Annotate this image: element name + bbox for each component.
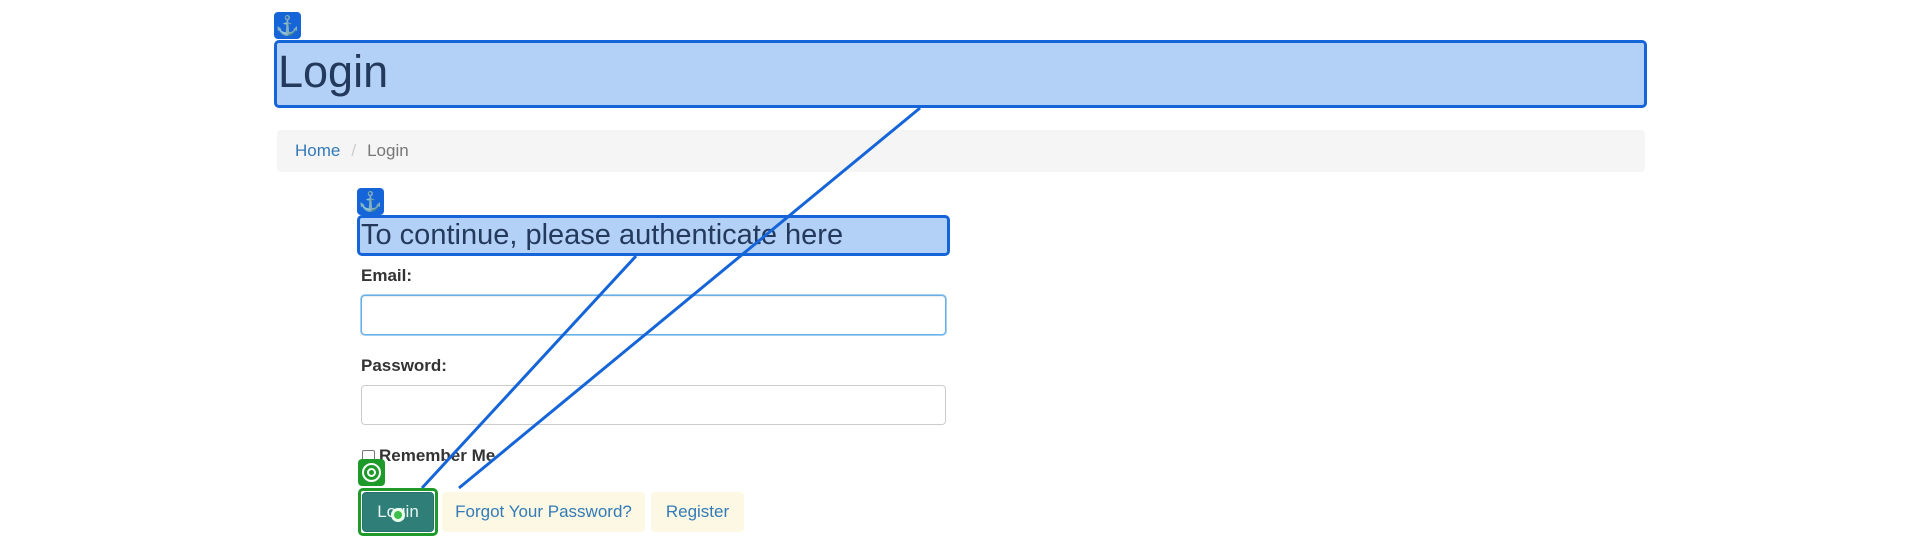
breadcrumb-separator: / <box>351 141 357 160</box>
breadcrumb-home-link[interactable]: Home <box>295 141 340 161</box>
page-title: Login <box>278 46 389 97</box>
password-label: Password: <box>361 356 447 375</box>
page-heading: Login <box>274 40 1647 104</box>
breadcrumb: Home / Login <box>277 130 1645 172</box>
cursor-icon <box>391 508 405 522</box>
password-field[interactable] <box>361 385 946 425</box>
email-field[interactable] <box>361 295 946 335</box>
email-label: Email: <box>361 266 413 285</box>
anchor-icon: ⚓ <box>357 188 384 215</box>
remember-me-label: Remember Me <box>379 446 496 465</box>
form-subheading: To continue, please authenticate here <box>358 216 948 254</box>
form-subtitle: To continue, please authenticate here <box>361 219 844 251</box>
target-icon <box>358 459 385 486</box>
register-button[interactable]: Register <box>651 492 744 532</box>
forgot-password-button[interactable]: Forgot Your Password? <box>442 492 645 532</box>
breadcrumb-current: Login <box>367 141 409 160</box>
anchor-icon: ⚓ <box>274 12 301 39</box>
